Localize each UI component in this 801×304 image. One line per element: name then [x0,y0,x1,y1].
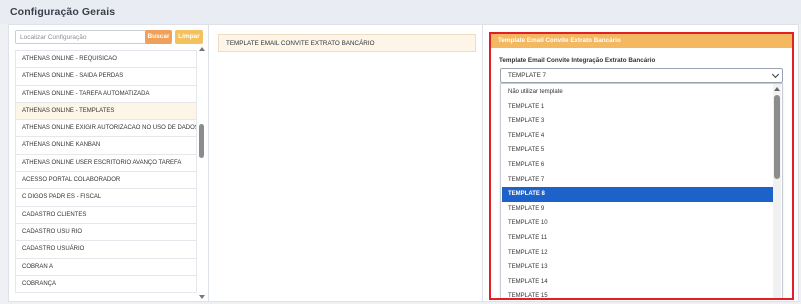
dropdown-option[interactable]: TEMPLATE 1 [502,100,773,115]
dropdown-option-highlighted[interactable]: TEMPLATE 8 [502,187,773,202]
scroll-thumb[interactable] [774,95,780,179]
template-field-label: Template Email Convite Integração Extrat… [499,57,656,64]
config-items-panel: TEMPLATE EMAIL CONVITE EXTRATO BANCÁRIO [210,25,483,301]
list-item[interactable]: ACESSO PORTAL COLABORADOR [15,172,197,190]
page-header: Configuração Gerais [0,0,801,24]
scroll-up-arrow-icon[interactable] [774,87,780,91]
list-item[interactable]: CADASTRO USU RIO [15,223,197,242]
dropdown-option[interactable]: TEMPLATE 13 [502,260,773,275]
dropdown-option[interactable]: TEMPLATE 10 [502,216,773,231]
chevron-down-icon [771,70,780,79]
page-title: Configuração Gerais [10,6,116,18]
scroll-down-arrow-icon[interactable] [199,295,205,299]
clear-button[interactable]: Limpar [175,30,203,44]
search-input[interactable] [15,30,148,44]
template-select[interactable]: TEMPLATE 7 [500,68,783,83]
config-list-panel: Buscar Limpar ATHENAS ONLINE - REQUISICA… [9,25,209,301]
scroll-up-arrow-icon[interactable] [199,47,205,51]
config-list: ATHENAS ONLINE - REQUISICAO ATHENAS ONLI… [15,50,197,300]
dropdown-scrollbar[interactable] [773,84,781,298]
list-item[interactable]: C DIGOS PADR ES - FISCAL [15,189,197,207]
template-dropdown[interactable]: Não utilizar template TEMPLATE 1 TEMPLAT… [500,83,783,298]
dropdown-option[interactable]: TEMPLATE 7 [502,173,773,188]
detail-header: Template Email Convite Extrato Bancário [491,34,792,48]
dropdown-option[interactable]: TEMPLATE 15 [502,289,773,298]
list-item[interactable]: ATHENAS ONLINE USER ESCRITORIO AVANÇO TA… [15,154,197,173]
template-select-value: TEMPLATE 7 [508,72,547,79]
dropdown-option[interactable]: TEMPLATE 11 [502,231,773,246]
list-item[interactable]: ATHENAS ONLINE - TAREFA AUTOMATIZADA [15,85,197,103]
dropdown-option[interactable]: TEMPLATE 9 [502,202,773,217]
dropdown-option[interactable]: TEMPLATE 5 [502,143,773,158]
search-button[interactable]: Buscar [145,30,172,44]
dropdown-option[interactable]: TEMPLATE 6 [502,158,773,173]
dropdown-option[interactable]: TEMPLATE 12 [502,246,773,261]
config-item[interactable]: TEMPLATE EMAIL CONVITE EXTRATO BANCÁRIO [218,34,476,52]
list-item[interactable]: ATHENAS ONLINE - REQUISICAO [15,51,197,69]
config-content: Buscar Limpar ATHENAS ONLINE - REQUISICA… [8,24,799,302]
dropdown-option[interactable]: Não utilizar template [502,85,773,100]
dropdown-option[interactable]: TEMPLATE 14 [502,275,773,290]
list-item[interactable]: COBRAN A [15,258,197,276]
list-item[interactable]: ATHENAS ONLINE - SAIDA PERDAS [15,68,197,86]
list-item-active[interactable]: ATHENAS ONLINE - TEMPLATES [15,102,197,121]
detail-panel: Template Email Convite Extrato Bancário … [489,32,794,300]
list-item[interactable]: CADASTRO USUÁRIO [15,241,197,259]
dropdown-option[interactable]: TEMPLATE 3 [502,114,773,129]
list-item[interactable]: ATHENAS ONLINE KANBAN [15,137,197,155]
list-item[interactable]: CADASTRO CLIENTES [15,206,197,224]
dropdown-option[interactable]: TEMPLATE 4 [502,129,773,144]
list-item[interactable]: COBRANÇA [15,275,197,294]
list-item[interactable]: ATHENAS ONLINE EXIGIR AUTORIZACAO NO USO… [15,120,197,138]
list-scrollbar[interactable] [198,46,206,300]
scroll-thumb[interactable] [199,124,204,158]
